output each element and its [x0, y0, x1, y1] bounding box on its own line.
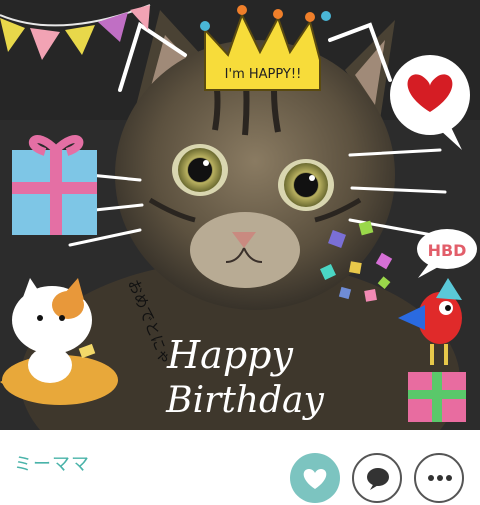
- post-photo[interactable]: I'm HAPPY!! HBD おめでとにゃ Happy Birthday: [0, 0, 480, 430]
- more-button[interactable]: [414, 453, 464, 503]
- heart-icon: [303, 469, 327, 489]
- crown-text: I'm HAPPY!!: [225, 67, 302, 82]
- post-footer: ミーママ: [0, 430, 480, 503]
- happy-text: Happy: [166, 333, 293, 377]
- birthday-text: Birthday: [165, 380, 324, 421]
- birthday-cat-image: I'm HAPPY!! HBD おめでとにゃ Happy Birthday: [0, 0, 480, 430]
- hbd-text: HBD: [428, 241, 467, 260]
- comment-button[interactable]: [352, 453, 402, 503]
- gift-box-sticker: [12, 135, 97, 235]
- ellipsis-icon: [428, 475, 452, 481]
- speech-bubble-icon: [367, 468, 389, 490]
- like-button[interactable]: [290, 453, 340, 503]
- author-name[interactable]: ミーママ: [14, 450, 90, 476]
